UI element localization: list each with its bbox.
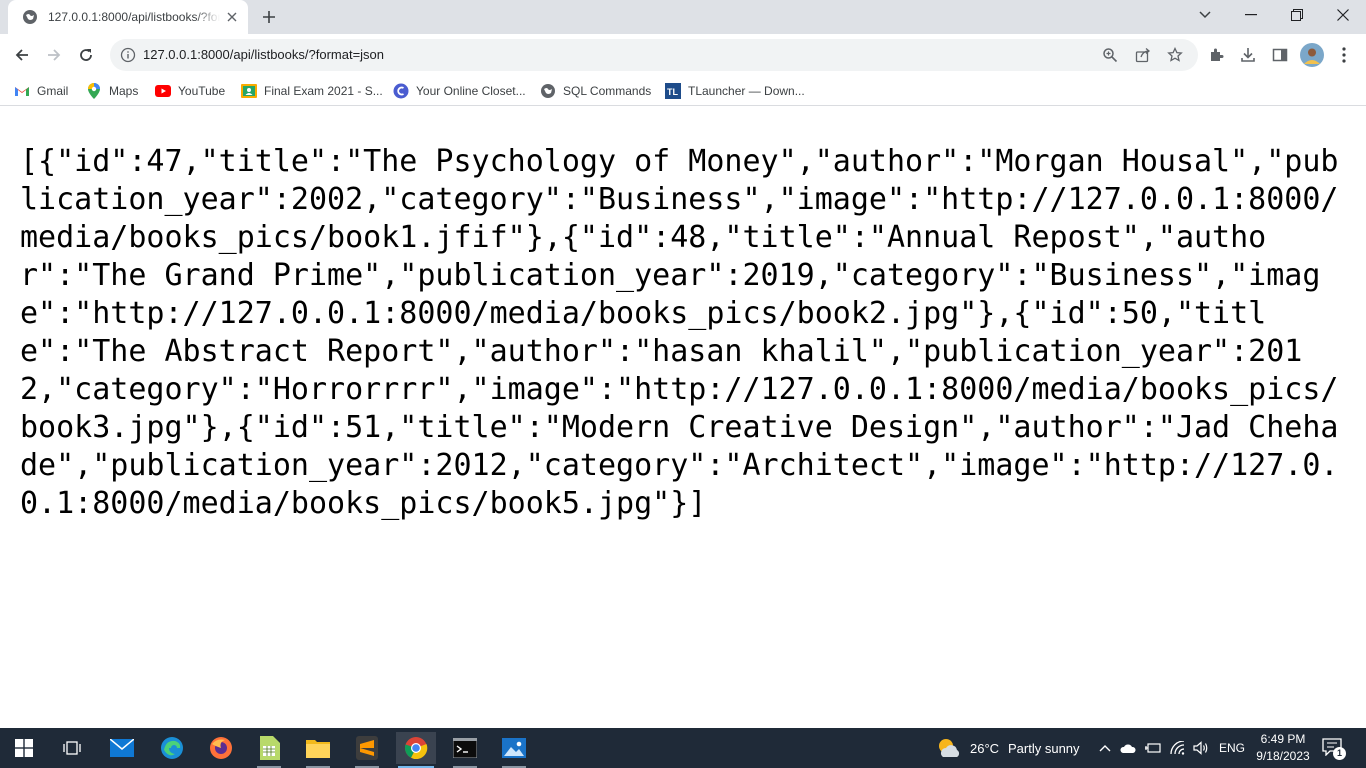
task-view-icon[interactable] [52,732,92,764]
downloads-icon[interactable] [1234,41,1262,69]
bookmark-label: Gmail [37,84,69,98]
restore-button[interactable] [1274,0,1320,30]
bookmark-tlauncher[interactable]: TL TLauncher — Down... [665,82,805,100]
tab-title: 127.0.0.1:8000/api/listbooks/?format=jso… [48,10,220,24]
youtube-icon [155,83,171,99]
bookmark-final-exam[interactable]: Final Exam 2021 - S... [241,82,383,100]
bookmark-youtube[interactable]: YouTube [155,82,225,100]
back-button[interactable] [8,41,36,69]
bookmark-sql-commands[interactable]: SQL Commands [540,82,651,100]
clock[interactable]: 6:49 PM 9/18/2023 [1252,731,1314,765]
firefox-icon[interactable] [201,732,241,764]
svg-text:TL: TL [667,87,678,97]
edge-icon[interactable] [152,732,192,764]
classroom-icon [241,83,257,99]
reload-button[interactable] [72,41,100,69]
bookmark-star-icon[interactable] [1165,45,1185,65]
notification-center-icon[interactable]: 1 [1322,738,1348,760]
close-window-button[interactable] [1320,0,1366,30]
new-tab-button[interactable] [258,7,280,27]
sublime-text-icon[interactable] [347,732,387,768]
bookmark-label: TLauncher — Down... [688,84,805,98]
bookmarks-bar: Gmail Maps YouTube Final Exam 2021 - S..… [0,76,1366,106]
weather-condition: Partly sunny [1008,741,1080,756]
windows-taskbar: 26°C Partly sunny ENG 6:49 PM 9/18/2023 … [0,728,1366,768]
share-icon[interactable] [1133,45,1153,65]
tab-listbooks[interactable]: 127.0.0.1:8000/api/listbooks/?format=jso… [8,0,248,34]
url-text: 127.0.0.1:8000/api/listbooks/?format=jso… [143,47,385,62]
address-bar[interactable]: 127.0.0.1:8000/api/listbooks/?format=jso… [110,39,1198,71]
json-response-text: [{"id":47,"title":"The Psychology of Mon… [20,144,1339,521]
profile-avatar[interactable] [1298,41,1326,69]
globe-icon [22,9,38,25]
close-tab-icon[interactable] [224,9,240,25]
file-explorer-icon[interactable] [298,732,338,768]
weather-temperature: 26°C [970,741,1000,756]
bookmark-label: YouTube [178,84,226,98]
mail-icon[interactable] [102,732,142,764]
onedrive-cloud-icon[interactable] [1120,740,1136,756]
tab-strip: 127.0.0.1:8000/api/listbooks/?format=jso… [0,0,1366,34]
forward-button[interactable] [40,41,68,69]
spreadsheet-icon[interactable] [249,732,289,768]
bookmark-online-closet[interactable]: Your Online Closet... [393,82,526,100]
side-panel-icon[interactable] [1266,41,1294,69]
volume-icon[interactable] [1193,740,1209,756]
clock-date: 9/18/2023 [1256,749,1310,763]
bookmark-label: Final Exam 2021 - S... [264,84,383,98]
maps-icon [86,83,102,99]
menu-kebab-icon[interactable] [1330,41,1358,69]
bookmark-label: Your Online Closet... [416,84,526,98]
language-indicator[interactable]: ENG [1219,741,1245,755]
tab-search-chevron-icon[interactable] [1194,6,1216,24]
page-content: [{"id":47,"title":"The Psychology of Mon… [0,107,1366,728]
bookmark-label: SQL Commands [563,84,652,98]
wifi-icon[interactable] [1169,740,1185,756]
bookmark-label: Maps [109,84,139,98]
clock-time: 6:49 PM [1260,732,1306,746]
start-icon[interactable] [4,732,44,764]
site-info-icon[interactable] [120,47,136,63]
extensions-icon[interactable] [1202,41,1230,69]
notification-count-badge: 1 [1333,747,1346,760]
chrome-icon[interactable] [396,732,436,768]
bookmark-maps[interactable]: Maps [86,82,138,100]
minimize-button[interactable] [1228,0,1274,30]
bookmark-gmail[interactable]: Gmail [14,82,68,100]
gmail-icon [14,83,30,99]
show-hidden-icons-chevron-icon[interactable] [1097,740,1113,756]
globe-icon [540,83,556,99]
photos-icon[interactable] [494,732,534,768]
zoom-icon[interactable] [1100,45,1120,65]
weather-icon[interactable] [937,737,961,759]
closet-icon [393,83,409,99]
battery-plug-icon[interactable] [1145,740,1161,756]
terminal-icon[interactable] [445,732,485,768]
tlauncher-icon: TL [665,83,681,99]
